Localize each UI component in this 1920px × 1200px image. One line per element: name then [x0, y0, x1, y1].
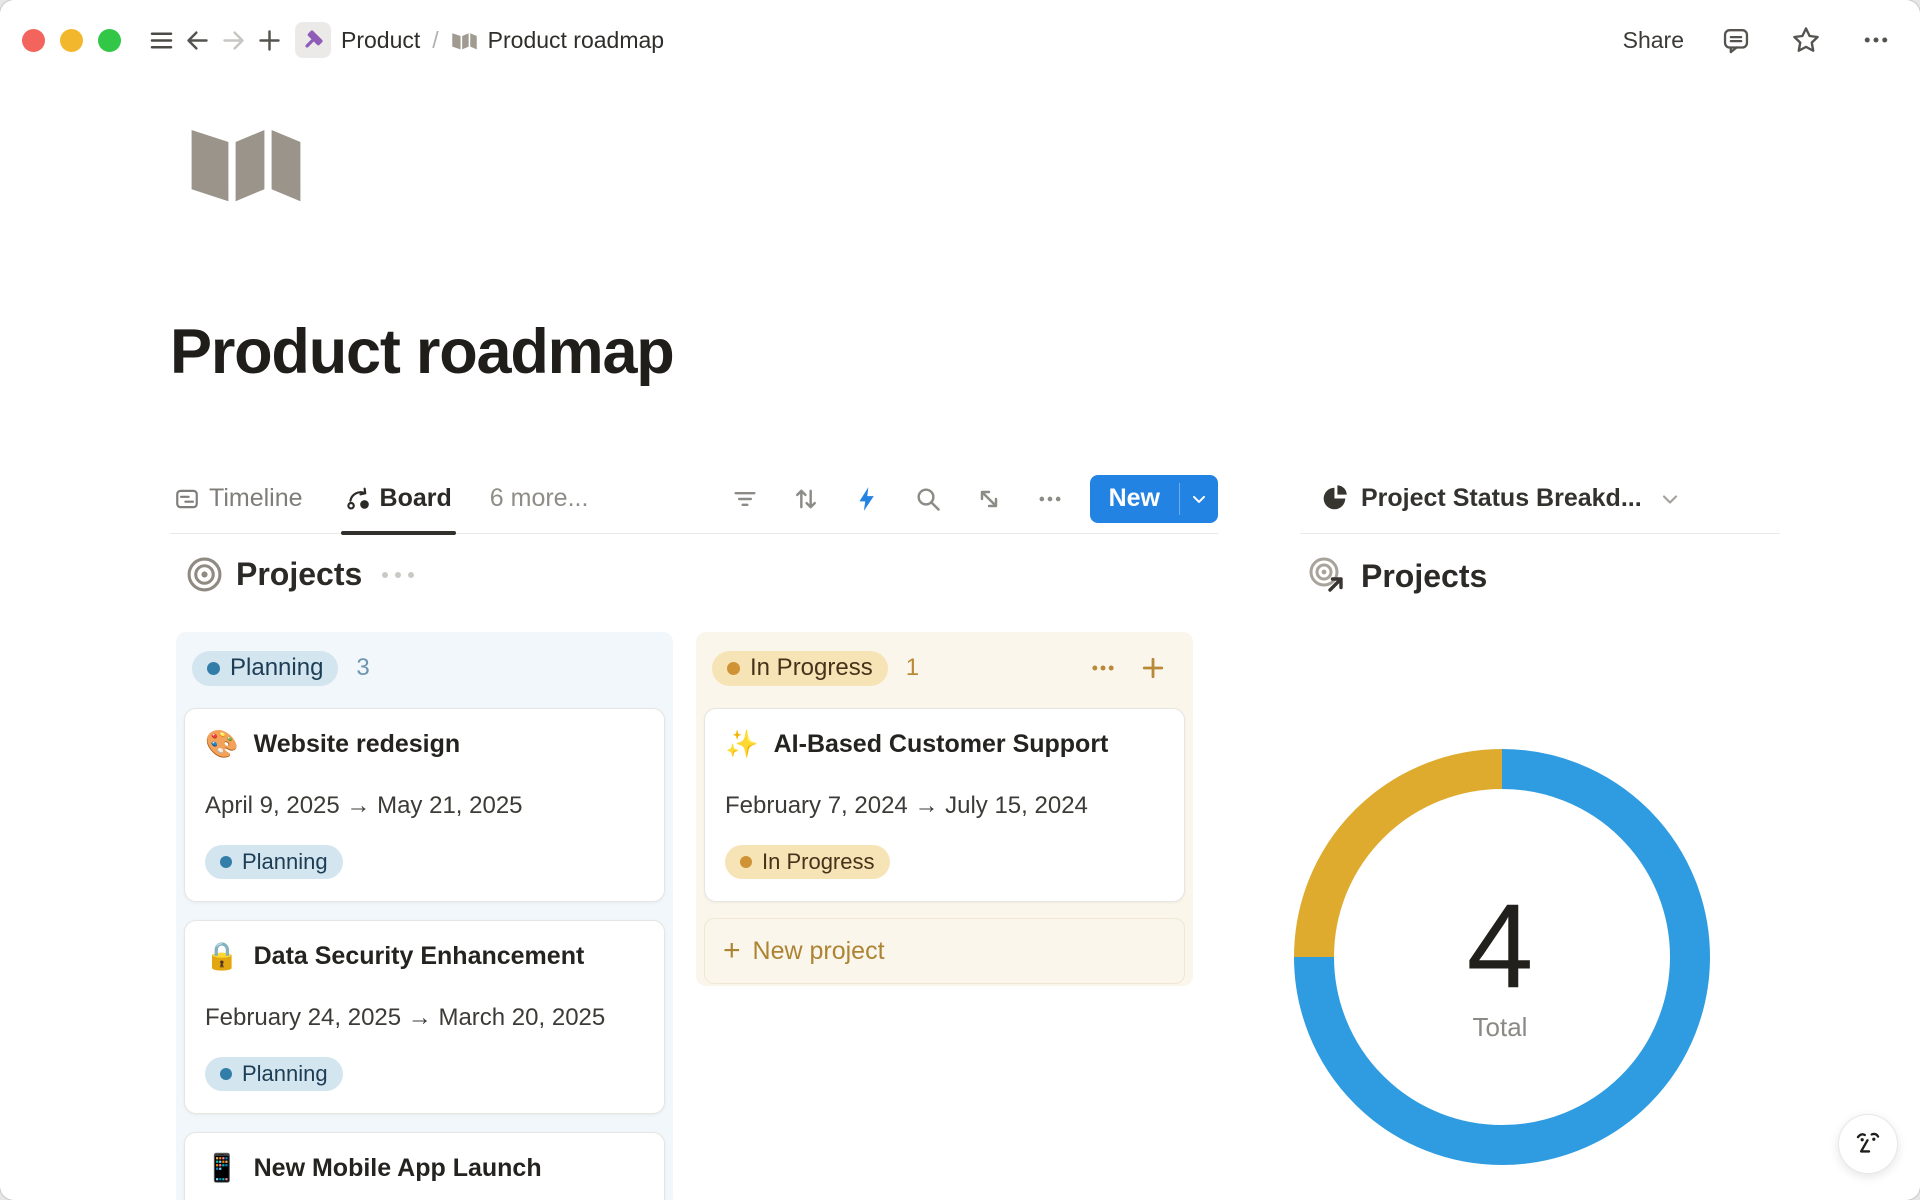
hamburger-menu-icon[interactable]	[143, 22, 179, 58]
tab-board[interactable]: Board	[341, 464, 456, 534]
breadcrumb-item-product[interactable]: Product	[341, 27, 420, 54]
close-window-button[interactable]	[22, 29, 45, 52]
board-column-planning: Planning 3 🎨 Website redesign April 9, 2…	[176, 632, 673, 1200]
tab-board-label: Board	[380, 484, 452, 513]
map-icon	[451, 30, 478, 51]
sparkles-emoji-icon: ✨	[725, 731, 759, 758]
timeline-icon	[174, 486, 200, 512]
tab-timeline-label: Timeline	[209, 484, 303, 513]
board-card-ai-support[interactable]: ✨ AI-Based Customer Support February 7, …	[704, 708, 1185, 902]
column-cards-planning: 🎨 Website redesign April 9, 2025 → May 2…	[184, 708, 665, 1200]
column-status-pill-in-progress[interactable]: In Progress	[712, 651, 888, 686]
comments-icon[interactable]	[1718, 22, 1754, 58]
card-date-range: February 24, 2025 → March 20, 2025	[205, 1003, 644, 1033]
favorite-star-icon[interactable]	[1788, 22, 1824, 58]
column-options-ellipsis-icon[interactable]	[1089, 654, 1117, 682]
sort-icon[interactable]	[790, 483, 822, 515]
chevron-down-icon[interactable]	[1658, 487, 1682, 511]
card-title: Data Security Enhancement	[254, 942, 585, 971]
chart-total-value: 4	[1400, 886, 1600, 1006]
back-arrow-icon[interactable]	[179, 22, 215, 58]
card-status-tag: In Progress	[725, 845, 890, 879]
column-count-planning: 3	[356, 654, 369, 682]
new-record-button[interactable]: New	[1090, 475, 1218, 523]
card-title: Website redesign	[254, 730, 461, 759]
automation-lightning-icon[interactable]	[851, 483, 883, 515]
column-status-pill-planning[interactable]: Planning	[192, 651, 338, 686]
new-project-button[interactable]: + New project	[704, 918, 1185, 984]
new-button-label: New	[1090, 475, 1179, 523]
status-dot-yellow	[727, 662, 740, 675]
column-add-card-plus-icon[interactable]	[1139, 654, 1167, 682]
more-options-icon[interactable]	[1858, 22, 1894, 58]
section-options-ellipsis-icon[interactable]	[382, 572, 414, 578]
chart-total-label: Total	[1400, 1012, 1600, 1043]
linked-chart-tab-label: Project Status Breakd...	[1361, 484, 1642, 513]
new-button-chevron-icon[interactable]	[1180, 475, 1218, 523]
zoom-window-button[interactable]	[98, 29, 121, 52]
view-toolbar	[729, 483, 1066, 515]
status-dot-blue	[207, 662, 220, 675]
breadcrumb-item-page[interactable]: Product roadmap	[488, 27, 664, 54]
card-title: New Mobile App Launch	[254, 1154, 542, 1183]
board-card-mobile-app[interactable]: 📱 New Mobile App Launch May 1, 2025 → Ma…	[184, 1132, 665, 1200]
card-status-tag: Planning	[205, 1057, 343, 1091]
board-column-in-progress: In Progress 1 ✨ AI-Based Customer Suppor…	[696, 632, 1193, 986]
column-name-planning: Planning	[230, 654, 323, 682]
target-icon	[186, 556, 223, 593]
column-header-in-progress: In Progress 1	[704, 640, 1185, 696]
breadcrumb: Product / Product roadmap	[295, 22, 664, 58]
ai-face-icon	[1850, 1126, 1886, 1162]
board-view-icon	[345, 486, 371, 512]
view-options-ellipsis-icon[interactable]	[1034, 483, 1066, 515]
card-status-tag: Planning	[205, 845, 343, 879]
tab-timeline[interactable]: Timeline	[170, 464, 307, 534]
card-status-label: In Progress	[762, 849, 875, 875]
lock-emoji-icon: 🔒	[205, 943, 239, 970]
new-tab-plus-icon[interactable]	[251, 22, 287, 58]
view-tabs-bar: Timeline Board 6 more...	[170, 464, 1218, 534]
breadcrumb-separator: /	[432, 27, 438, 54]
topbar-actions: Share	[1623, 22, 1894, 58]
pie-chart-icon	[1322, 485, 1349, 512]
app-window: Product / Product roadmap Share Product …	[0, 0, 1920, 1200]
plus-icon: +	[723, 936, 741, 966]
board-card-website-redesign[interactable]: 🎨 Website redesign April 9, 2025 → May 2…	[184, 708, 665, 902]
linked-target-arrow-icon	[1308, 556, 1348, 596]
column-cards-in-progress: ✨ AI-Based Customer Support February 7, …	[704, 708, 1185, 902]
column-header-planning: Planning 3	[184, 640, 665, 696]
card-title: AI-Based Customer Support	[774, 730, 1109, 759]
card-date-range: April 9, 2025 → May 21, 2025	[205, 791, 644, 821]
card-status-label: Planning	[242, 1061, 328, 1087]
page-icon-map[interactable]	[186, 116, 306, 213]
filter-icon[interactable]	[729, 483, 761, 515]
palette-emoji-icon: 🎨	[205, 731, 239, 758]
search-icon[interactable]	[912, 483, 944, 515]
share-button[interactable]: Share	[1623, 27, 1684, 54]
status-dot-yellow	[740, 856, 752, 868]
board-section-heading: Projects	[186, 556, 414, 593]
minimize-window-button[interactable]	[60, 29, 83, 52]
notion-ai-face-button[interactable]	[1838, 1114, 1898, 1174]
status-dot-blue	[220, 1068, 232, 1080]
new-project-label: New project	[753, 937, 885, 966]
page-title: Product roadmap	[170, 316, 674, 388]
board-card-data-security[interactable]: 🔒 Data Security Enhancement February 24,…	[184, 920, 665, 1114]
board-section-title: Projects	[236, 556, 362, 593]
more-views-button[interactable]: 6 more...	[490, 484, 589, 513]
window-controls	[22, 29, 121, 52]
expand-icon[interactable]	[973, 483, 1005, 515]
column-name-in-progress: In Progress	[750, 654, 873, 682]
mobile-phone-emoji-icon: 📱	[205, 1155, 239, 1182]
card-status-label: Planning	[242, 849, 328, 875]
teamspace-hammer-icon[interactable]	[295, 22, 331, 58]
chart-section-title: Projects	[1361, 558, 1487, 595]
forward-arrow-icon[interactable]	[215, 22, 251, 58]
card-date-range: February 7, 2024 → July 15, 2024	[725, 791, 1164, 821]
column-count-in-progress: 1	[906, 654, 919, 682]
linked-chart-tab[interactable]: Project Status Breakd...	[1300, 464, 1780, 534]
topbar: Product / Product roadmap Share	[0, 0, 1920, 80]
status-dot-blue	[220, 856, 232, 868]
chart-section-heading: Projects	[1308, 556, 1487, 596]
